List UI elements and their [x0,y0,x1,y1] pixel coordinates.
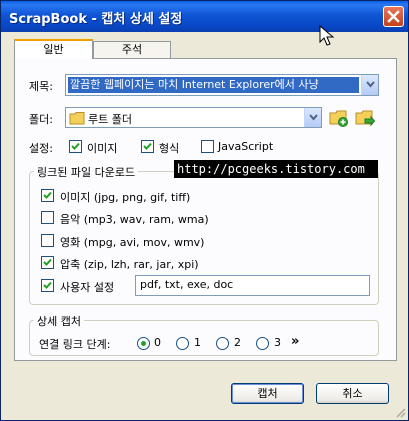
download-video-checkbox[interactable] [41,234,54,247]
styles-checkbox[interactable] [141,140,154,153]
link-depth-radio-1[interactable] [176,337,189,350]
chevron-down-icon [366,81,375,88]
download-video-label: 영화 (mpg, avi, mov, wmv) [60,236,205,249]
close-icon [387,10,400,23]
cancel-button[interactable]: 취소 [316,383,389,404]
link-depth-label: 연결 링크 단계: [39,338,111,351]
tab-comment[interactable]: 주석 [93,41,171,59]
link-depth-radio-3[interactable] [256,337,269,350]
move-folder-button[interactable] [355,108,376,128]
settings-label: 설정: [29,142,53,155]
download-archives-label: 압축 (zip, lzh, rar, jar, xpi) [60,258,199,271]
javascript-checkbox[interactable] [201,140,214,153]
checkmark-icon [71,142,80,150]
link-depth-radio-0[interactable] [137,337,150,350]
folder-value: 루트 폴더 [88,113,132,126]
link-depth-option-3: 3 [274,336,281,349]
watermark-text: http://pcgeeks.tistory.com [174,160,378,178]
more-depth-button[interactable]: » [291,334,299,349]
images-checkbox-label: 이미지 [87,142,118,155]
close-button[interactable] [383,6,404,27]
capture-settings-window: ScrapBook - 캡처 상세 설정 일반 주석 제목: 깔끔한 웹페이지는… [0,0,409,421]
link-depth-option-2: 2 [234,336,241,349]
folder-label: 폴더: [29,113,53,126]
folder-combobox[interactable]: 루트 폴더 [65,107,322,128]
new-folder-icon [329,110,348,127]
mouse-cursor-icon [319,25,335,46]
resize-grip-icon[interactable] [394,406,406,418]
subject-combobox[interactable]: 깔끔한 웹페이지는 마치 Internet Explorer에서 사냥 [65,74,379,96]
download-custom-checkbox[interactable] [41,279,54,292]
javascript-checkbox-label: JavaScript [218,140,274,153]
detail-capture-title: 상세 캡처 [34,313,84,329]
link-depth-option-1: 1 [194,336,201,349]
tab-general-label: 일반 [43,43,64,56]
checkmark-icon [143,142,152,150]
window-title: ScrapBook - 캡처 상세 설정 [9,12,183,27]
folder-icon [69,112,85,125]
subject-value: 깔끔한 웹페이지는 마치 Internet Explorer에서 사냥 [68,77,359,93]
linked-files-title: 링크된 파일 다운로드 [34,164,139,180]
link-depth-option-0: 0 [154,336,161,349]
tab-general[interactable]: 일반 [14,39,93,59]
download-images-label: 이미지 (jpg, png, gif, tiff) [60,191,191,204]
download-custom-label: 사용자 설정 [60,281,115,294]
folder-dropdown-button[interactable] [304,108,321,127]
download-images-checkbox[interactable] [41,189,54,202]
styles-checkbox-label: 형식 [159,142,180,155]
download-music-label: 음악 (mp3, wav, ram, wma) [60,213,209,226]
link-depth-radio-2[interactable] [216,337,229,350]
new-folder-button[interactable] [329,108,349,128]
checkmark-icon [43,281,52,289]
capture-button[interactable]: 캡처 [231,383,304,404]
chevron-down-icon [309,114,318,121]
images-checkbox[interactable] [69,140,82,153]
download-archives-checkbox[interactable] [41,256,54,269]
radio-selected-dot [141,341,146,346]
checkmark-icon [43,258,52,266]
title-bar[interactable]: ScrapBook - 캡처 상세 설정 [1,1,408,32]
custom-extensions-input[interactable]: pdf, txt, exe, doc [135,275,370,296]
download-music-checkbox[interactable] [41,211,54,224]
subject-dropdown-button[interactable] [361,75,378,95]
tab-comment-label: 주석 [121,43,143,56]
subject-label: 제목: [29,80,53,93]
checkmark-icon [43,191,52,199]
folder-arrow-icon [355,110,376,127]
